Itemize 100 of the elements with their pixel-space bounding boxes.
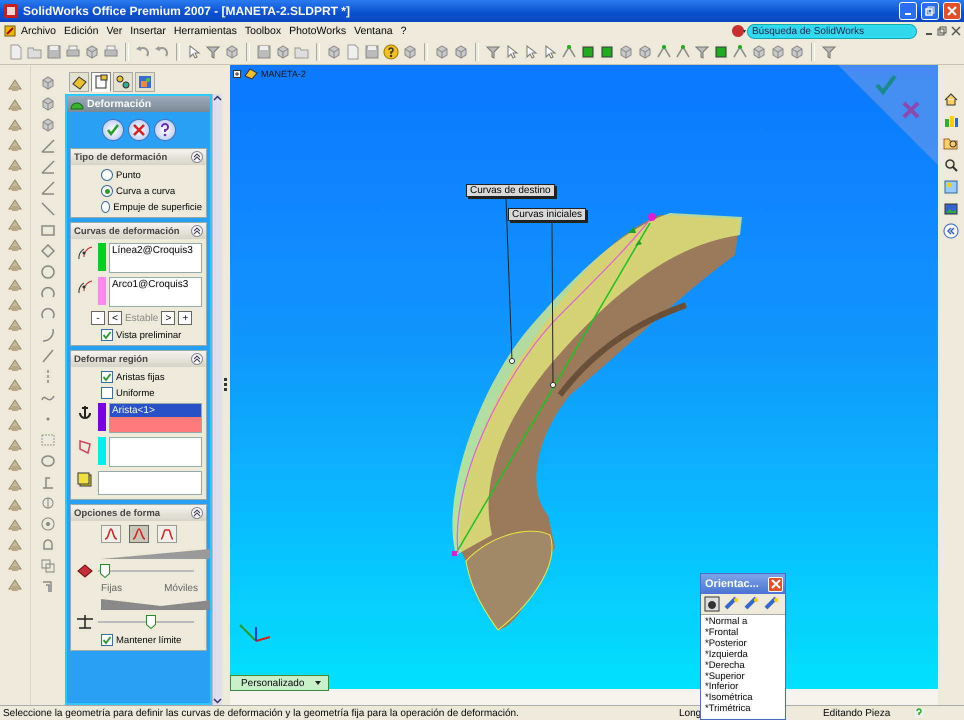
palette-icon[interactable] xyxy=(943,179,959,195)
step-button[interactable]: < xyxy=(108,311,122,325)
selection-list[interactable] xyxy=(109,437,202,467)
save-icon[interactable] xyxy=(46,44,62,60)
filter-icon[interactable] xyxy=(485,44,501,60)
radio-button[interactable] xyxy=(101,169,113,181)
list-item[interactable]: Arco1@Croquis3 xyxy=(110,278,201,291)
cube-icon[interactable] xyxy=(40,96,56,112)
selection-list[interactable]: Arco1@Croquis3 xyxy=(109,277,202,307)
line-icon[interactable] xyxy=(40,201,56,217)
relation-icon[interactable] xyxy=(40,495,56,511)
face-icon[interactable] xyxy=(580,44,596,60)
ellipse-icon[interactable] xyxy=(40,453,56,469)
cube-icon[interactable] xyxy=(40,117,56,133)
list-item[interactable]: *Derecha xyxy=(705,660,785,672)
cube-icon[interactable] xyxy=(770,44,786,60)
feature-tool-icon[interactable] xyxy=(7,117,23,133)
cube-icon[interactable] xyxy=(453,44,469,60)
shape-button[interactable] xyxy=(128,525,148,543)
collapse-icon[interactable] xyxy=(191,225,203,237)
feature-tool-icon[interactable] xyxy=(7,377,23,393)
cube-icon[interactable] xyxy=(40,75,56,91)
feature-tool-icon[interactable] xyxy=(7,277,23,293)
cube-icon[interactable] xyxy=(224,44,240,60)
list-item[interactable]: *Normal a xyxy=(705,617,785,628)
cube-icon[interactable] xyxy=(789,44,805,60)
feature-tool-icon[interactable] xyxy=(7,297,23,313)
radio-button[interactable] xyxy=(101,201,110,213)
new-document-icon[interactable] xyxy=(345,44,361,60)
selection-list[interactable] xyxy=(98,471,202,495)
list-item[interactable]: *Izquierda xyxy=(705,650,785,661)
feature-tool-icon[interactable] xyxy=(7,97,23,113)
help-icon[interactable] xyxy=(383,44,399,60)
sketch-icon[interactable] xyxy=(40,180,56,196)
menu-item[interactable]: ? xyxy=(396,25,410,37)
shape-button[interactable] xyxy=(156,525,176,543)
feature-tool-icon[interactable] xyxy=(7,77,23,93)
checkbox[interactable] xyxy=(101,634,113,646)
list-item[interactable]: *Posterior xyxy=(705,638,785,650)
step-button[interactable]: > xyxy=(161,311,176,325)
list-item[interactable]: *Isométrica xyxy=(705,693,785,704)
expand-pane-icon[interactable] xyxy=(943,223,959,239)
splitter-handle-icon[interactable] xyxy=(224,378,228,392)
selection-list[interactable]: Arista<1> xyxy=(109,403,202,433)
step-button[interactable]: + xyxy=(178,311,192,325)
search-icon[interactable] xyxy=(943,157,959,173)
feature-tool-icon[interactable] xyxy=(7,137,23,153)
vertex-icon[interactable] xyxy=(656,44,672,60)
library-icon[interactable] xyxy=(943,113,959,129)
pin-icon[interactable] xyxy=(704,596,720,612)
new-document-icon[interactable] xyxy=(8,44,24,60)
list-item[interactable]: *Superior xyxy=(705,672,785,682)
vertex-icon[interactable] xyxy=(675,44,691,60)
minimize-button[interactable] xyxy=(899,2,917,20)
feature-tool-icon[interactable] xyxy=(7,237,23,253)
close-icon[interactable] xyxy=(951,26,961,36)
feature-tool-icon[interactable] xyxy=(7,337,23,353)
save-icon[interactable] xyxy=(256,44,272,60)
feature-tool-icon[interactable] xyxy=(7,437,23,453)
rectangle-icon[interactable] xyxy=(40,432,56,448)
list-item[interactable]: *Frontal xyxy=(705,628,785,639)
step-button[interactable]: - xyxy=(91,311,105,325)
cube-icon[interactable] xyxy=(637,44,653,60)
feature-tool-icon[interactable] xyxy=(7,197,23,213)
feature-tool-icon[interactable] xyxy=(7,177,23,193)
list-item[interactable]: Arista<1> xyxy=(110,404,201,417)
feature-tool-icon[interactable] xyxy=(7,157,23,173)
expand-icon[interactable] xyxy=(233,70,241,78)
sketch-icon[interactable] xyxy=(40,159,56,175)
feature-tool-icon[interactable] xyxy=(7,397,23,413)
feature-tool-icon[interactable] xyxy=(7,257,23,273)
feature-tool-icon[interactable] xyxy=(7,477,23,493)
view-icon[interactable] xyxy=(724,596,740,612)
view-tab-label[interactable]: Personalizado xyxy=(241,678,304,688)
menu-item[interactable]: Ver xyxy=(102,25,126,37)
filter-icon[interactable] xyxy=(694,44,710,60)
close-button[interactable] xyxy=(943,2,961,20)
tree-item[interactable]: MANETA-2 xyxy=(261,69,306,79)
menu-item[interactable]: PhotoWorks xyxy=(285,25,350,37)
checkbox[interactable] xyxy=(101,329,113,341)
menu-item[interactable]: Edición xyxy=(60,25,102,37)
view-tab[interactable]: Personalizado xyxy=(230,675,330,691)
restore-button[interactable] xyxy=(921,2,939,20)
filter-icon[interactable] xyxy=(205,44,221,60)
feature-tool-icon[interactable] xyxy=(7,357,23,373)
dropdown-icon[interactable] xyxy=(314,679,322,687)
copy-icon[interactable] xyxy=(40,558,56,574)
checkbox[interactable] xyxy=(101,371,113,383)
feature-tool-icon[interactable] xyxy=(7,577,23,593)
face-icon[interactable] xyxy=(599,44,615,60)
filter-icon[interactable] xyxy=(821,44,837,60)
feature-tool-icon[interactable] xyxy=(7,557,23,573)
arc-icon[interactable] xyxy=(40,327,56,343)
sketch-icon[interactable] xyxy=(40,138,56,154)
feature-tool-icon[interactable] xyxy=(7,517,23,533)
list-item[interactable]: *Inferior xyxy=(705,682,785,694)
line-icon[interactable] xyxy=(40,348,56,364)
checkbox[interactable] xyxy=(101,387,113,399)
menu-item[interactable]: Ventana xyxy=(350,25,397,37)
circle-icon[interactable] xyxy=(40,264,56,280)
